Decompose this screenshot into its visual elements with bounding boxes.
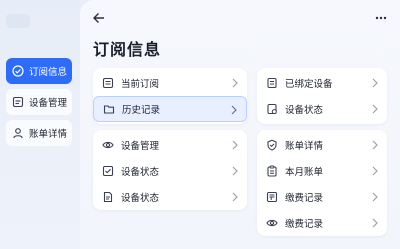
sidebar: 订阅信息 设备管理 账单详情	[0, 0, 80, 249]
list-item-current-subscription[interactable]: 当前订阅	[93, 70, 247, 96]
list-item-device-management[interactable]: 设备管理	[93, 132, 247, 158]
list-item-device-status[interactable]: 设备状态	[257, 96, 387, 122]
eye-icon	[266, 217, 278, 229]
chevron-right-icon	[231, 140, 239, 150]
list-item-label: 已绑定设备	[285, 79, 333, 90]
list-item-label: 缴费记录	[285, 219, 324, 230]
sidebar-item-label: 设备管理	[29, 98, 68, 109]
receipt-icon	[266, 191, 278, 203]
list-item-label: 本月账单	[285, 167, 324, 178]
subscription-card: 当前订阅 历史记录	[93, 68, 247, 124]
list-item-billing-details[interactable]: 账单详情	[257, 132, 387, 158]
chevron-right-icon	[371, 192, 379, 202]
billing-card: 账单详情 本月账单 缴费记录 缴费记录	[257, 130, 387, 236]
page-title: 订阅信息	[93, 40, 162, 59]
document-check-icon	[266, 103, 278, 115]
folder-icon	[103, 103, 115, 115]
device-card-icon	[12, 96, 24, 108]
chevron-right-icon	[230, 105, 238, 115]
sidebar-item-label: 账单详情	[29, 129, 68, 140]
chevron-right-icon	[371, 104, 379, 114]
user-icon	[12, 127, 24, 139]
list-icon	[102, 77, 114, 89]
list-item-label: 历史记录	[122, 105, 161, 116]
chevron-right-icon	[371, 166, 379, 176]
main-panel: 订阅信息 当前订阅 历史记录 已绑定设备 设备状态 设备管理 设备状态 设备状态…	[80, 0, 400, 249]
list-item-payment-records[interactable]: 缴费记录	[257, 184, 387, 210]
sidebar-item-billing[interactable]: 账单详情	[6, 120, 72, 146]
device-management-card: 设备管理 设备状态 设备状态	[93, 130, 247, 210]
chevron-right-icon	[371, 78, 379, 88]
list-item-device-status[interactable]: 设备状态	[93, 158, 247, 184]
checklist-icon	[102, 165, 114, 177]
document-icon	[266, 77, 278, 89]
list-item-bound-devices[interactable]: 已绑定设备	[257, 70, 387, 96]
shield-check-icon	[266, 139, 278, 151]
back-arrow-icon[interactable]	[92, 10, 106, 24]
file-icon	[102, 191, 114, 203]
list-item-label: 设备管理	[121, 141, 160, 152]
chevron-right-icon	[371, 218, 379, 228]
list-item-label: 账单详情	[285, 141, 324, 152]
bound-devices-card: 已绑定设备 设备状态	[257, 68, 387, 124]
check-circle-icon	[12, 65, 24, 77]
chevron-right-icon	[231, 192, 239, 202]
list-item-label: 当前订阅	[121, 79, 160, 90]
sidebar-item-device-management[interactable]: 设备管理	[6, 89, 72, 115]
sidebar-item-label: 订阅信息	[29, 67, 68, 78]
list-item-history[interactable]: 历史记录	[93, 96, 247, 122]
sidebar-item-subscription[interactable]: 订阅信息	[6, 58, 72, 84]
list-item-label: 设备状态	[285, 105, 324, 116]
chevron-right-icon	[371, 140, 379, 150]
list-item-label: 设备状态	[121, 193, 160, 204]
chevron-right-icon	[231, 78, 239, 88]
list-item-monthly-bill[interactable]: 本月账单	[257, 158, 387, 184]
list-item-label: 设备状态	[121, 167, 160, 178]
chevron-right-icon	[231, 166, 239, 176]
eye-icon	[102, 139, 114, 151]
list-item-device-status[interactable]: 设备状态	[93, 184, 247, 210]
app-logo	[6, 14, 30, 28]
list-item-label: 缴费记录	[285, 193, 324, 204]
list-item-payment-records[interactable]: 缴费记录	[257, 210, 387, 236]
more-icon[interactable]	[374, 10, 388, 24]
clipboard-icon	[266, 165, 278, 177]
